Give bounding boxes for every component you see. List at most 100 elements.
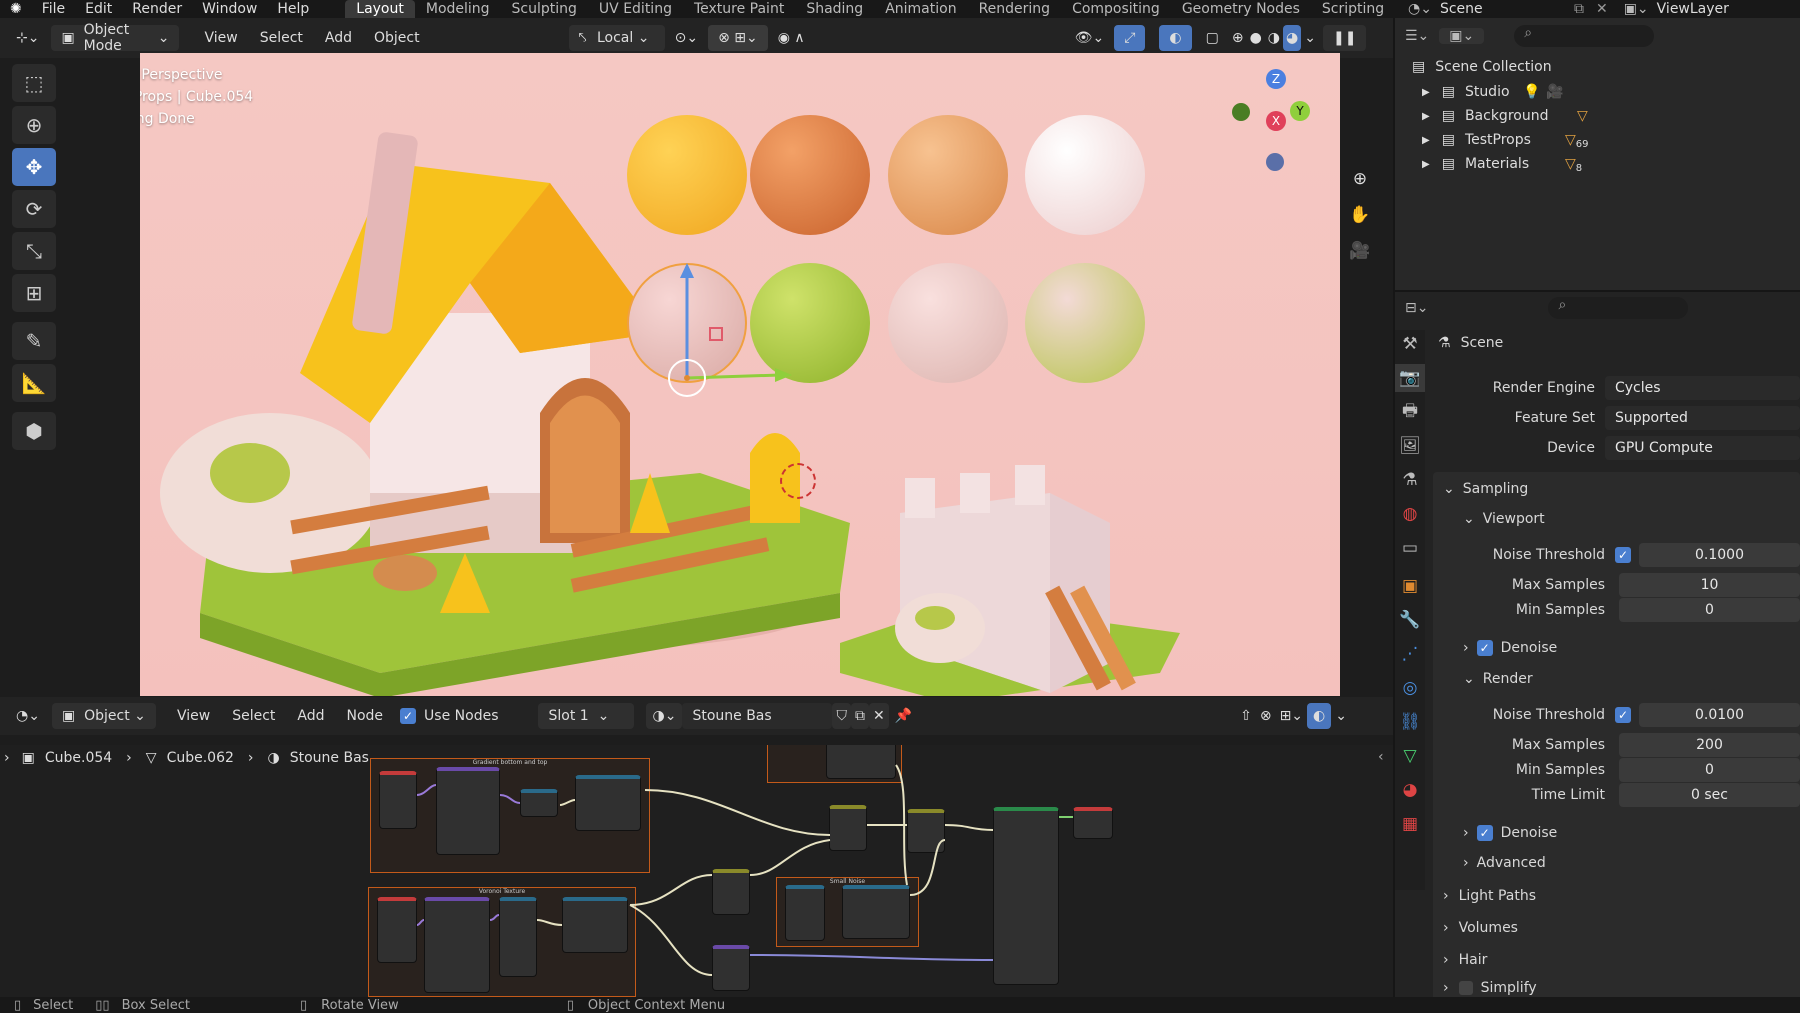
render-time-limit-field[interactable]: 0 sec — [1619, 783, 1800, 807]
material-sphere-white[interactable] — [1025, 115, 1145, 235]
shading-rendered-icon[interactable]: ◕ — [1283, 25, 1302, 51]
shading-options-icon[interactable]: ⌄ — [1301, 25, 1319, 51]
viewport-menu-add[interactable]: Add — [314, 30, 363, 46]
snap-icon[interactable]: ⊗ ⊞⌄ — [708, 25, 768, 51]
menu-help[interactable]: Help — [267, 1, 319, 17]
tab-scripting[interactable]: Scripting — [1311, 0, 1395, 18]
tab-sculpting[interactable]: Sculpting — [501, 0, 588, 18]
sampling-section[interactable]: ⌄ Sampling — [1443, 476, 1528, 502]
fake-user-icon[interactable]: ⛉ — [832, 703, 851, 729]
node-overlay-icon[interactable]: ◐ — [1307, 703, 1332, 729]
3d-viewport[interactable]: Camera Perspective (1) TestProps | Cube.… — [140, 53, 1340, 696]
blender-logo-icon[interactable]: ✺ — [0, 1, 32, 17]
node-editor[interactable]: › ▣ Cube.054 › ▽ Cube.062 › ◑ Stoune Bas… — [0, 745, 1393, 997]
tab-compositing[interactable]: Compositing — [1061, 0, 1171, 18]
node-overlay-options-icon[interactable]: ⌄ — [1331, 703, 1351, 729]
material-name-field[interactable]: Stoune Bas — [682, 703, 833, 729]
use-nodes-checkbox[interactable]: ✓ — [400, 708, 417, 724]
constraints-tab-icon[interactable]: ⛓ — [1395, 708, 1425, 736]
viewlayer-name[interactable]: ViewLayer — [1657, 1, 1729, 17]
visibility-icon[interactable]: 👁⌄ — [1065, 25, 1115, 51]
pause-render-icon[interactable]: ❚❚ — [1322, 25, 1367, 51]
node-menu-node[interactable]: Node — [336, 708, 395, 724]
pan-hand-icon[interactable]: ✋ — [1345, 201, 1375, 229]
viewport-denoise-checkbox[interactable]: ✓ — [1476, 640, 1493, 656]
proportional-edit-icon[interactable]: ◉ ∧ — [768, 25, 815, 51]
viewport-noise-threshold-field[interactable]: 0.1000 — [1639, 543, 1800, 567]
material-browse-icon[interactable]: ◑⌄ — [646, 703, 683, 729]
tab-animation[interactable]: Animation — [874, 0, 967, 18]
noise-threshold-checkbox[interactable]: ✓ — [1615, 547, 1631, 563]
material-sphere-moss[interactable] — [1025, 263, 1145, 383]
move-tool-icon[interactable]: ✥ — [12, 148, 56, 186]
world-tab-icon[interactable]: ◍ — [1395, 500, 1425, 528]
expand-arrow-icon[interactable]: ▶ — [1422, 135, 1430, 146]
render-denoise-subsection[interactable]: › ✓ Denoise — [1463, 820, 1557, 846]
collection-tab-icon[interactable]: ▭ — [1395, 534, 1425, 562]
node-parent-icon[interactable]: ⇧ — [1236, 703, 1256, 729]
outliner-search-field[interactable]: ⌕ — [1514, 25, 1655, 47]
render-denoise-checkbox[interactable]: ✓ — [1476, 825, 1493, 841]
node-shader-type-dropdown[interactable]: ▣ Object ⌄ — [51, 703, 156, 729]
material-sphere-brick[interactable] — [888, 263, 1008, 383]
node-menu-view[interactable]: View — [166, 708, 221, 724]
expand-arrow-icon[interactable]: ▶ — [1422, 87, 1430, 98]
transform-orientation-dropdown[interactable]: ⤣ Local ⌄ — [568, 25, 665, 51]
transform-gizmo[interactable] — [620, 203, 800, 403]
physics-tab-icon[interactable]: ◎ — [1395, 674, 1425, 702]
viewport-min-samples-field[interactable]: 0 — [1619, 598, 1800, 622]
render-subsection[interactable]: ⌄ Render — [1463, 666, 1533, 692]
scale-tool-icon[interactable]: ⤡ — [12, 232, 56, 270]
scene-selector-icon[interactable]: ◔⌄ — [1400, 1, 1440, 17]
new-scene-icon[interactable]: ⧉ — [1570, 1, 1588, 17]
outliner-item-studio[interactable]: ▶ ▤ Studio 💡 🎥 — [1422, 80, 1564, 104]
viewport-menu-select[interactable]: Select — [249, 30, 314, 46]
editor-type-icon[interactable]: ⊹⌄ — [10, 25, 45, 51]
unlink-material-icon[interactable]: ✕ — [868, 703, 889, 729]
shading-wireframe-icon[interactable]: ⊕ — [1229, 25, 1247, 51]
annotate-tool-icon[interactable]: ✎ — [12, 322, 56, 360]
delete-scene-icon[interactable]: ✕ — [1588, 1, 1616, 17]
menu-render[interactable]: Render — [122, 1, 192, 17]
node-editor-type-icon[interactable]: ◔⌄ — [10, 703, 46, 729]
render-tab-icon[interactable]: 📷 — [1395, 364, 1425, 392]
gizmo-z-axis[interactable]: Z — [1266, 69, 1286, 89]
tab-modeling[interactable]: Modeling — [415, 0, 501, 18]
render-engine-dropdown[interactable]: Cycles — [1605, 376, 1800, 400]
zoom-icon[interactable]: ⊕ — [1345, 165, 1375, 193]
feature-set-dropdown[interactable]: Supported — [1605, 406, 1800, 430]
shading-material-icon[interactable]: ◑ — [1265, 25, 1283, 51]
render-min-samples-field[interactable]: 0 — [1619, 758, 1800, 782]
tab-rendering[interactable]: Rendering — [968, 0, 1062, 18]
node-snap-mode-icon[interactable]: ⊞⌄ — [1276, 703, 1307, 729]
data-tab-icon[interactable]: ▽ — [1395, 742, 1425, 770]
menu-file[interactable]: File — [32, 1, 75, 17]
scene-tab-icon[interactable]: ⚗ — [1395, 466, 1425, 494]
volumes-section[interactable]: › Volumes — [1443, 915, 1518, 941]
output-tab-icon[interactable]: 🖶 — [1395, 398, 1425, 426]
3d-cursor-icon[interactable] — [780, 463, 816, 499]
rotate-tool-icon[interactable]: ⟳ — [12, 190, 56, 228]
tab-uv-editing[interactable]: UV Editing — [588, 0, 683, 18]
light-paths-section[interactable]: › Light Paths — [1443, 883, 1536, 909]
expand-arrow-icon[interactable]: ▶ — [1422, 159, 1430, 170]
outliner-item-materials[interactable]: ▶ ▤ Materials ▽ 8 — [1422, 152, 1582, 176]
tab-layout[interactable]: Layout — [345, 0, 415, 18]
device-dropdown[interactable]: GPU Compute — [1605, 436, 1800, 460]
gizmo-neg-y[interactable] — [1232, 103, 1250, 121]
simplify-checkbox[interactable] — [1458, 980, 1473, 995]
viewport-menu-object[interactable]: Object — [363, 30, 431, 46]
material-tab-icon[interactable]: ◕ — [1395, 776, 1425, 804]
render-max-samples-field[interactable]: 200 — [1619, 733, 1800, 757]
node-menu-select[interactable]: Select — [221, 708, 286, 724]
render-noise-threshold-checkbox[interactable]: ✓ — [1615, 707, 1631, 723]
tool-tab-icon[interactable]: ⚒ — [1395, 330, 1425, 358]
measure-tool-icon[interactable]: 📐 — [12, 364, 56, 402]
expand-arrow-icon[interactable]: ▶ — [1422, 111, 1430, 122]
outliner-item-testprops[interactable]: ▶ ▤ TestProps ▽ 69 — [1422, 128, 1588, 152]
pivot-point-icon[interactable]: ⊙⌄ — [665, 25, 708, 51]
gizmo-toggle-icon[interactable]: ⤢ — [1114, 25, 1146, 51]
properties-editor-type-icon[interactable]: ⊟⌄ — [1395, 300, 1438, 316]
viewport-menu-view[interactable]: View — [193, 30, 248, 46]
modifier-tab-icon[interactable]: 🔧 — [1395, 606, 1425, 634]
